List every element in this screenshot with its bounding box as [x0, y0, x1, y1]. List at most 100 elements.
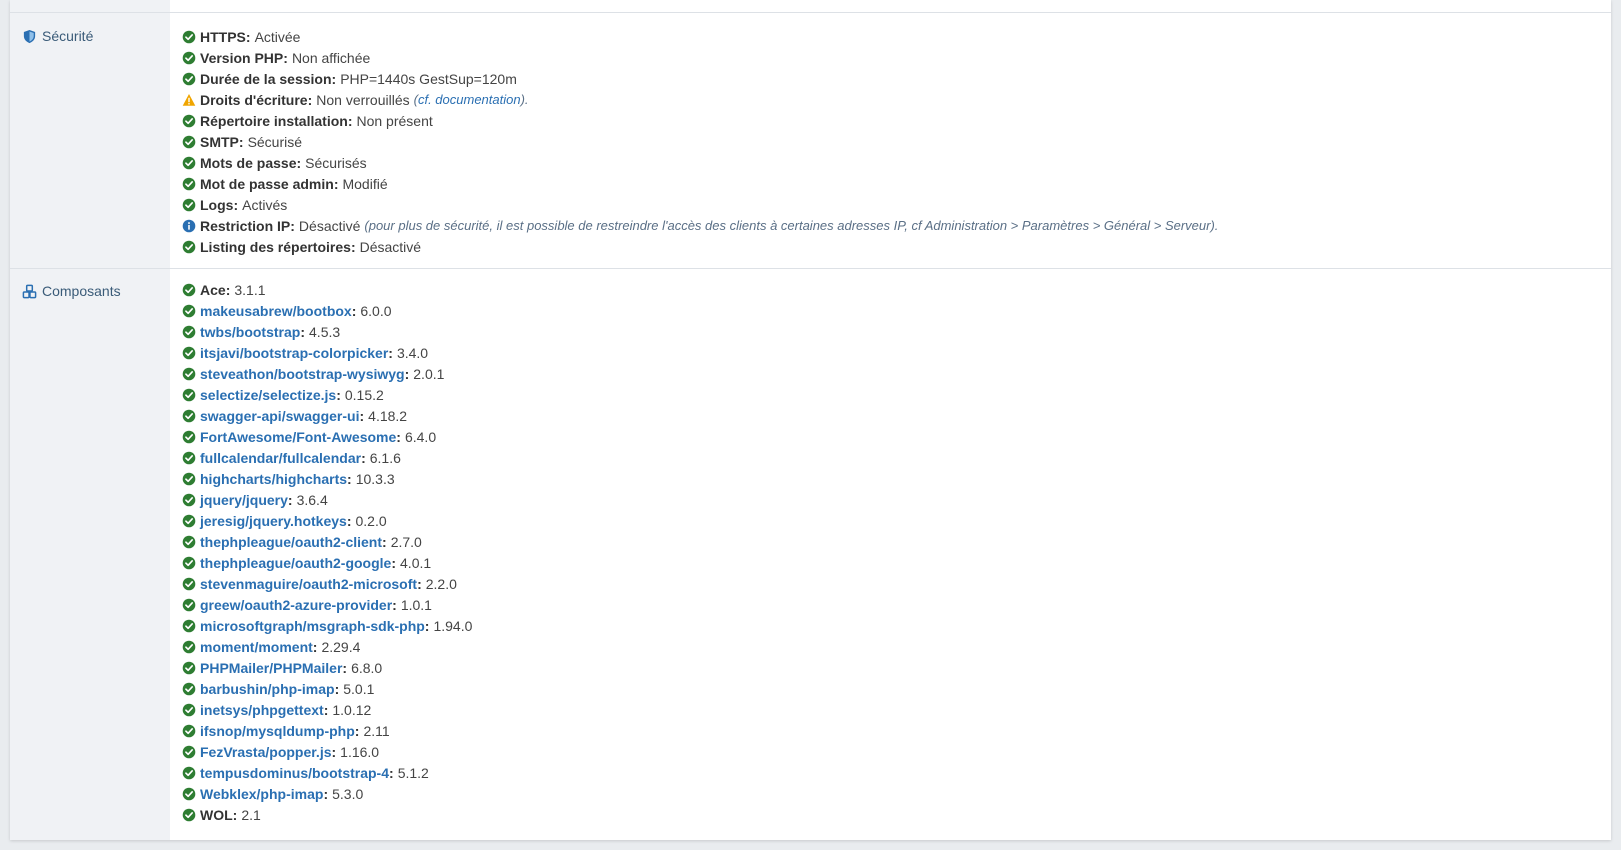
check-circle-icon [182, 640, 196, 653]
colon: : [396, 428, 401, 445]
security-item-key: Droits d'écriture [200, 91, 308, 108]
security-item: Listing des répertoires : Désactivé [182, 236, 1218, 257]
component-version: 1.16.0 [340, 743, 380, 760]
component-link[interactable]: fullcalendar/fullcalendar [200, 450, 361, 466]
shield-icon [23, 29, 36, 43]
check-circle-icon [182, 787, 196, 800]
component-item: FezVrasta/popper.js :1.16.0 [182, 741, 472, 762]
component-link[interactable]: twbs/bootstrap [200, 324, 300, 340]
component-link[interactable]: highcharts/highcharts [200, 471, 347, 487]
component-link[interactable]: ifsnop/mysqldump-php [200, 723, 355, 739]
component-item: stevenmaguire/oauth2-microsoft :2.2.0 [182, 573, 472, 594]
component-link[interactable]: barbushin/php-imap [200, 681, 335, 697]
divider-components [10, 268, 1611, 269]
check-circle-icon [182, 283, 196, 296]
component-version: 2.1 [241, 806, 261, 823]
component-item: PHPMailer/PHPMailer :6.8.0 [182, 657, 472, 678]
colon: : [233, 196, 239, 213]
security-item: Durée de la session : PHP=1440s GestSup=1… [182, 68, 1218, 89]
component-link[interactable]: greew/oauth2-azure-provider [200, 597, 392, 613]
security-item: Restriction IP : Désactivé (pour plus de s… [182, 215, 1218, 236]
component-item: makeusabrew/bootbox :6.0.0 [182, 300, 472, 321]
security-item-value: Sécurisé [247, 133, 303, 150]
check-circle-icon [182, 430, 196, 443]
security-item-key: Durée de la session [200, 70, 332, 87]
colon: : [417, 575, 422, 592]
component-link[interactable]: FezVrasta/popper.js [200, 744, 332, 760]
check-circle-icon [182, 598, 196, 611]
component-link[interactable]: PHPMailer/PHPMailer [200, 660, 342, 676]
documentation-link[interactable]: cf. documentation [418, 92, 521, 107]
component-link[interactable]: thephpleague/oauth2-client [200, 534, 382, 550]
component-link[interactable]: makeusabrew/bootbox [200, 303, 352, 319]
component-link[interactable]: Webklex/php-imap [200, 786, 323, 802]
security-item-value: Désactivé [298, 217, 361, 234]
security-item-value: Désactivé [359, 238, 422, 255]
check-circle-icon [182, 156, 196, 169]
colon: : [290, 217, 295, 234]
component-link[interactable]: jquery/jquery [200, 492, 288, 508]
check-circle-icon [182, 367, 196, 380]
check-circle-icon [182, 724, 196, 737]
colon: : [312, 638, 318, 655]
component-link[interactable]: thephpleague/oauth2-google [200, 555, 391, 571]
component-item: itsjavi/bootstrap-colorpicker :3.4.0 [182, 342, 472, 363]
security-item-note: (cf. documentation). [413, 92, 529, 107]
component-name: WOL [200, 806, 233, 823]
colon: : [283, 49, 288, 66]
component-item: microsoftgraph/msgraph-sdk-php :1.94.0 [182, 615, 472, 636]
component-version: 0.15.2 [344, 386, 384, 403]
check-circle-icon [182, 766, 196, 779]
security-item: Logs : Activés [182, 194, 1218, 215]
component-link[interactable]: tempusdominus/bootstrap-4 [200, 765, 389, 781]
component-link[interactable]: itsjavi/bootstrap-colorpicker [200, 345, 388, 361]
component-item: barbushin/php-imap :5.0.1 [182, 678, 472, 699]
check-circle-icon [182, 325, 196, 338]
component-link[interactable]: selectize/selectize.js [200, 387, 336, 403]
section-title-components: Composants [42, 283, 121, 299]
component-item: fullcalendar/fullcalendar :6.1.6 [182, 447, 472, 468]
label-column [10, 0, 170, 840]
colon: : [232, 806, 238, 823]
check-circle-icon [182, 661, 196, 674]
component-item: WOL :2.1 [182, 804, 472, 825]
check-circle-icon [182, 745, 196, 758]
check-circle-icon [182, 30, 196, 43]
component-version: 5.1.2 [397, 764, 429, 781]
component-link[interactable]: jeresig/jquery.hotkeys [200, 513, 347, 529]
check-circle-icon [182, 198, 196, 211]
colon: : [296, 154, 302, 171]
component-version: 2.7.0 [390, 533, 422, 550]
component-version: 6.8.0 [351, 659, 383, 676]
component-item: twbs/bootstrap :4.5.3 [182, 321, 472, 342]
check-circle-icon [182, 619, 196, 632]
component-version: 5.3.0 [332, 785, 364, 802]
check-circle-icon [182, 240, 196, 253]
component-link[interactable]: swagger-api/swagger-ui [200, 408, 359, 424]
component-version: 1.94.0 [433, 617, 473, 634]
section-label-components: Composants [22, 283, 121, 299]
colon: : [245, 28, 251, 45]
component-version: 6.1.6 [369, 449, 401, 466]
check-circle-icon [182, 51, 196, 64]
security-item: SMTP : Sécurisé [182, 131, 1218, 152]
security-item: Droits d'écriture : Non verrouillés (cf. d… [182, 89, 1218, 110]
colon: : [424, 617, 430, 634]
colon: : [347, 112, 353, 129]
check-circle-icon [182, 114, 196, 127]
check-circle-icon [182, 703, 196, 716]
security-item-value: Non présent [356, 112, 433, 129]
section-title-security: Sécurité [42, 28, 94, 44]
colon: : [388, 344, 393, 361]
component-link[interactable]: inetsys/phpgettext [200, 702, 324, 718]
component-link[interactable]: microsoftgraph/msgraph-sdk-php [200, 618, 425, 634]
component-link[interactable]: moment/moment [200, 639, 313, 655]
component-link[interactable]: steveathon/bootstrap-wysiwyg [200, 366, 405, 382]
component-link[interactable]: FortAwesome/Font-Awesome [200, 429, 396, 445]
colon: : [347, 470, 352, 487]
component-link[interactable]: stevenmaguire/oauth2-microsoft [200, 576, 417, 592]
colon: : [351, 302, 357, 319]
component-version: 3.6.4 [296, 491, 328, 508]
component-version: 10.3.3 [355, 470, 395, 487]
colon: : [331, 743, 337, 760]
